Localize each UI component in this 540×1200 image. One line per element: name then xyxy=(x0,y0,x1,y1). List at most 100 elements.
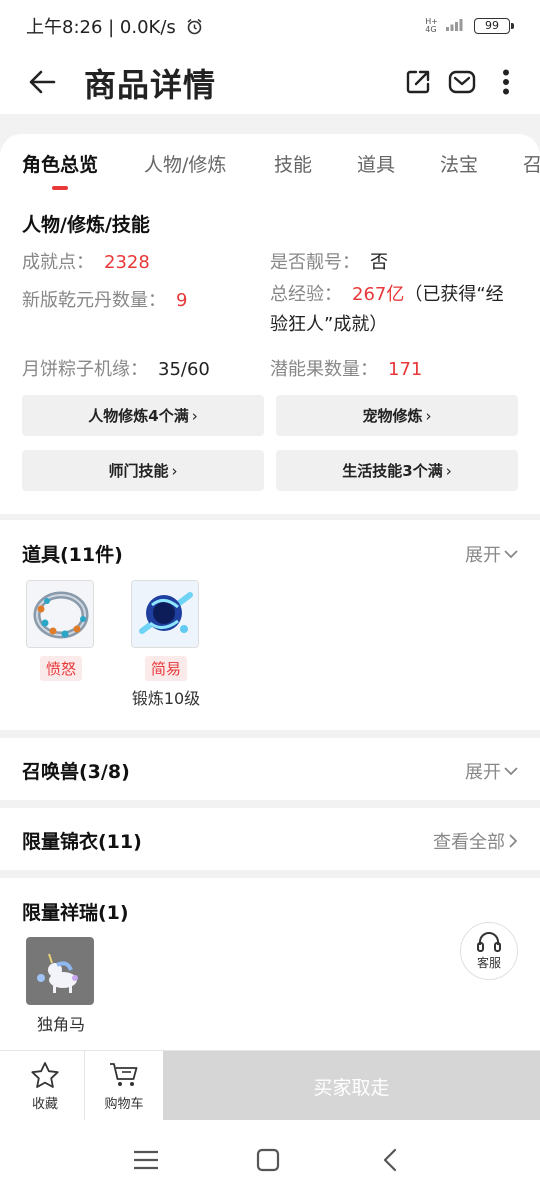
auspicious-item-name: 独角马 xyxy=(36,1015,85,1034)
pets-expand-label: 展开 xyxy=(465,762,501,783)
chevron-down-icon xyxy=(504,767,518,776)
unicorn-image xyxy=(26,937,94,1005)
menu-key[interactable] xyxy=(126,1140,166,1180)
overview-heading: 人物/修炼/技能 xyxy=(22,214,150,236)
outfit-section-title: 限量锦衣(11) xyxy=(22,831,142,853)
life-skills-button[interactable]: 生活技能3个满 › xyxy=(276,450,518,491)
tab-bar: 角色总览 人物/修炼 技能 道具 法宝 召 xyxy=(0,150,540,194)
items-expand-label: 展开 xyxy=(465,545,501,566)
chevron-left-icon xyxy=(383,1148,397,1172)
system-nav-bar xyxy=(0,1120,540,1200)
pretty-id-label: 是否靓号： xyxy=(270,252,360,273)
battery-level: 99 xyxy=(485,18,499,32)
chevron-right-icon: › xyxy=(171,461,178,480)
item-card[interactable]: 愤怒 xyxy=(26,580,96,681)
tab-summons[interactable]: 召 xyxy=(523,150,540,177)
battery-icon: 99 xyxy=(474,17,514,34)
pretty-id-row: 是否靓号： 否 xyxy=(270,248,388,274)
potential-label: 潜能果数量： xyxy=(270,359,378,380)
character-cultivation-button[interactable]: 人物修炼4个满 › xyxy=(22,395,264,436)
items-expand-button[interactable]: 展开 xyxy=(465,541,518,567)
exp-row: 总经验： 267亿（已获得“经验狂人”成就） xyxy=(270,280,520,340)
tab-skills[interactable]: 技能 xyxy=(274,150,312,177)
achievement-row: 成就点： 2328 xyxy=(22,248,150,274)
cart-icon xyxy=(110,1062,138,1086)
more-vertical-icon xyxy=(503,69,509,95)
chevron-down-icon xyxy=(504,550,518,559)
pretty-id-value: 否 xyxy=(370,252,388,273)
page-title: 商品详情 xyxy=(84,66,217,104)
unicorn-icon xyxy=(27,938,93,1004)
cart-button[interactable]: 购物车 xyxy=(84,1051,164,1121)
potential-row: 潜能果数量： 171 xyxy=(270,355,422,381)
item-image-orb xyxy=(131,580,199,648)
share-button[interactable] xyxy=(398,62,438,102)
exp-value: 267亿 xyxy=(352,284,405,305)
orb-icon xyxy=(132,581,198,647)
status-time: 上午8:26 | 0.0K/s xyxy=(26,13,203,40)
status-right: H+ 4G 99 xyxy=(425,16,514,35)
chevron-right-icon: › xyxy=(191,406,198,425)
chevron-right-icon xyxy=(509,834,518,848)
app-bar: 商品详情 xyxy=(0,50,540,114)
pet-cultivation-label: 宠物修炼 xyxy=(362,407,423,425)
pet-cultivation-button[interactable]: 宠物修炼 › xyxy=(276,395,518,436)
achievement-value: 2328 xyxy=(104,252,150,273)
bottom-action-bar: 收藏 购物车 买家取走 xyxy=(0,1050,540,1121)
outfit-view-all-button[interactable]: 查看全部 xyxy=(433,828,518,854)
favorite-label: 收藏 xyxy=(31,1096,58,1112)
potential-value: 171 xyxy=(388,359,423,380)
arrow-left-icon xyxy=(29,70,56,94)
alarm-icon xyxy=(186,18,203,40)
sect-skills-button[interactable]: 师门技能 › xyxy=(22,450,264,491)
square-icon xyxy=(256,1148,280,1172)
auspicious-section: 限量祥瑞(1) 独角马 xyxy=(0,878,540,1050)
message-button[interactable] xyxy=(442,62,482,102)
tab-overview[interactable]: 角色总览 xyxy=(22,150,98,177)
item-card[interactable]: 简易 锻炼10级 xyxy=(131,580,201,709)
network-type-bottom: 4G xyxy=(425,24,437,34)
mail-icon xyxy=(448,70,476,94)
home-key[interactable] xyxy=(248,1140,288,1180)
tab-treasures[interactable]: 法宝 xyxy=(440,150,478,177)
outfit-view-all-label: 查看全部 xyxy=(433,832,505,853)
dan-row: 新版乾元丹数量： 9 xyxy=(22,286,187,312)
status-time-text: 上午8:26 | 0.0K/s xyxy=(26,17,176,38)
chevron-right-icon: › xyxy=(425,406,432,425)
auspicious-item[interactable]: 独角马 xyxy=(26,937,96,1035)
auspicious-section-title: 限量祥瑞(1) xyxy=(22,902,129,924)
tab-character-cultivation[interactable]: 人物/修炼 xyxy=(144,150,226,177)
life-skills-label: 生活技能3个满 xyxy=(342,462,443,480)
items-section-title: 道具(11件) xyxy=(22,544,123,566)
share-icon xyxy=(406,70,430,94)
back-button[interactable] xyxy=(22,62,62,102)
star-icon xyxy=(31,1061,59,1088)
pets-expand-button[interactable]: 展开 xyxy=(465,758,518,784)
status-bar: 上午8:26 | 0.0K/s H+ 4G 99 xyxy=(0,0,540,50)
app-bar-actions xyxy=(398,62,526,102)
customer-service-button[interactable]: 客服 xyxy=(460,922,518,980)
more-button[interactable] xyxy=(486,62,526,102)
outfit-section[interactable]: 限量锦衣(11) 查看全部 xyxy=(0,808,540,870)
network-type: H+ 4G xyxy=(425,17,438,34)
character-cultivation-label: 人物修炼4个满 xyxy=(88,407,189,425)
item-tag: 愤怒 xyxy=(39,656,82,681)
item-tag: 简易 xyxy=(144,656,187,681)
buy-button[interactable]: 买家取走 xyxy=(163,1051,540,1121)
item-image-ring xyxy=(26,580,94,648)
chevron-right-icon: › xyxy=(445,461,452,480)
signal-icon xyxy=(446,16,466,35)
favorite-button[interactable]: 收藏 xyxy=(5,1051,85,1121)
mooncake-value: 35/60 xyxy=(158,359,210,380)
cart-label: 购物车 xyxy=(104,1096,144,1112)
content-scroll[interactable]: 角色总览 人物/修炼 技能 道具 法宝 召 人物/修炼/技能 成就点： 2328 … xyxy=(0,114,540,1050)
tab-items[interactable]: 道具 xyxy=(357,150,395,177)
exp-label: 总经验： xyxy=(270,284,342,305)
customer-service-label: 客服 xyxy=(476,956,501,970)
dan-label: 新版乾元丹数量： xyxy=(22,290,166,311)
back-key[interactable] xyxy=(370,1140,410,1180)
tab-indicator xyxy=(52,186,68,190)
dan-value: 9 xyxy=(176,290,188,311)
pets-section[interactable]: 召唤兽(3/8) 展开 xyxy=(0,738,540,800)
achievement-label: 成就点： xyxy=(22,252,94,273)
